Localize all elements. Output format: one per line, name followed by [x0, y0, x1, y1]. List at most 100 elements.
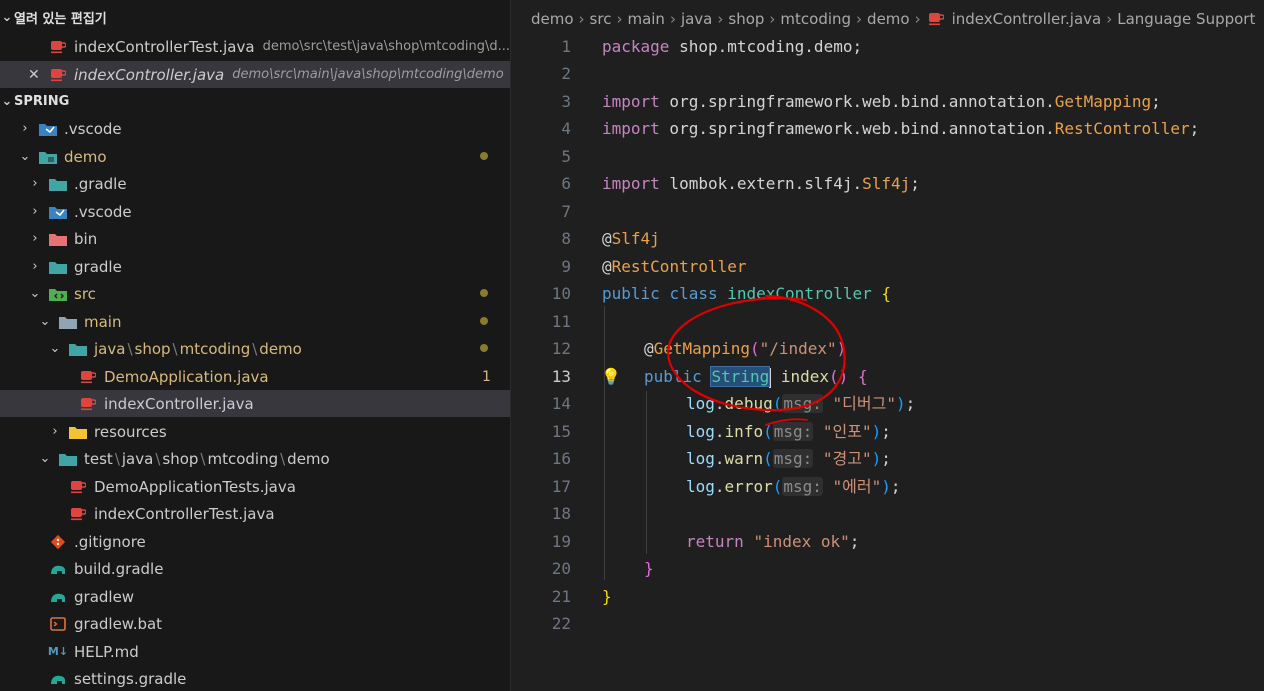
- chevron-down-icon: ⌄: [39, 451, 51, 466]
- annotation-circle: [667, 294, 846, 426]
- tree-label: DemoApplication.java: [104, 367, 269, 386]
- tree-item-help-md[interactable]: M↓ HELP.md: [0, 638, 510, 665]
- open-editor-item[interactable]: indexControllerTest.java demo\src\test\j…: [0, 33, 510, 60]
- tree-label: demo: [259, 339, 302, 358]
- tree-label: demo: [64, 147, 107, 166]
- open-editor-name: indexControllerTest.java: [74, 37, 255, 56]
- gradle-folder-icon: [48, 258, 68, 276]
- tree-item-gradlew-bat[interactable]: gradlew.bat: [0, 610, 510, 637]
- tree-item-vscode-root[interactable]: › .vscode: [0, 115, 510, 142]
- tree-item-package-test[interactable]: ⌄ test \ java \ shop \ mtcoding \ demo: [0, 445, 510, 472]
- open-editors-header[interactable]: ⌄ 열려 있는 편집기: [0, 4, 510, 31]
- open-editors-title: 열려 있는 편집기: [14, 12, 107, 27]
- java-file-icon: [68, 478, 88, 496]
- tree-label: mtcoding: [207, 449, 279, 468]
- tree-label: build.gradle: [74, 559, 164, 578]
- markdown-icon: M↓: [47, 645, 69, 658]
- workspace-header[interactable]: ⌄ SPRING: [0, 88, 510, 115]
- java-file-icon: [78, 395, 98, 413]
- tree-label: test: [84, 449, 113, 468]
- tree-item-package-main[interactable]: ⌄ java \ shop \ mtcoding \ demo: [0, 335, 510, 362]
- tree-item-demo-application-tests[interactable]: DemoApplicationTests.java: [0, 473, 510, 500]
- tree-item-resources[interactable]: › resources: [0, 418, 510, 445]
- resources-folder-icon: [68, 423, 88, 441]
- gradle-icon: [48, 588, 68, 606]
- open-editor-item-active[interactable]: ✕ indexController.java demo\src\main\jav…: [0, 61, 510, 88]
- chevron-right-icon: ›: [52, 424, 58, 439]
- tree-label: src: [74, 284, 96, 303]
- close-icon[interactable]: ✕: [28, 67, 48, 83]
- chevron-right-icon: ›: [32, 176, 38, 191]
- java-file-icon: [48, 38, 68, 56]
- folder-open-icon: [38, 148, 58, 166]
- vscode-folder-icon: [48, 203, 68, 221]
- tree-label: DemoApplicationTests.java: [94, 477, 296, 496]
- bin-folder-icon: [48, 230, 68, 248]
- path-separator: \: [114, 449, 120, 468]
- gradle-icon: [48, 670, 68, 688]
- tree-label: HELP.md: [74, 642, 139, 661]
- chevron-right-icon: ›: [32, 231, 38, 246]
- gradle-folder-icon: [48, 175, 68, 193]
- tree-label: .gitignore: [74, 532, 146, 551]
- modified-dot: [480, 289, 488, 297]
- problem-count-badge: 1: [482, 368, 491, 385]
- tree-label: java: [121, 449, 154, 468]
- chevron-down-icon: ⌄: [1, 94, 13, 109]
- chevron-down-icon: ⌄: [49, 341, 61, 356]
- tree-label: .vscode: [74, 202, 132, 221]
- tree-label: settings.gradle: [74, 669, 187, 688]
- path-separator: \: [200, 449, 206, 468]
- open-editor-path: demo\src\test\java\shop\mtcoding\d...: [262, 39, 510, 54]
- tree-item-build-gradle[interactable]: build.gradle: [0, 555, 510, 582]
- tree-label: gradle: [74, 257, 122, 276]
- chevron-right-icon: ›: [32, 204, 38, 219]
- path-separator: \: [172, 339, 178, 358]
- open-editor-name: indexController.java: [74, 65, 225, 84]
- chevron-down-icon: ⌄: [1, 10, 13, 25]
- terminal-icon: [48, 615, 68, 633]
- tree-label: indexController.java: [104, 394, 254, 413]
- tree-label: shop: [162, 449, 199, 468]
- java-file-icon: [78, 368, 98, 386]
- modified-dot: [480, 152, 488, 160]
- tree-item-index-controller-test[interactable]: indexControllerTest.java: [0, 500, 510, 527]
- chevron-down-icon: ⌄: [19, 149, 31, 164]
- tree-item-demo-application[interactable]: DemoApplication.java 1: [0, 363, 510, 390]
- tree-label: bin: [74, 229, 98, 248]
- tree-item-main[interactable]: ⌄ main: [0, 308, 510, 335]
- folder-open-icon: [58, 313, 78, 331]
- code-editor[interactable]: demo › src › main › java › shop › mtcoding › d…: [511, 0, 1264, 691]
- java-file-icon: [48, 66, 68, 84]
- tree-item-gradle-dot[interactable]: › .gradle: [0, 170, 510, 197]
- open-editor-path: demo\src\main\java\shop\mtcoding\demo: [232, 67, 504, 82]
- path-separator: \: [155, 449, 161, 468]
- tree-item-settings-gradle[interactable]: settings.gradle: [0, 665, 510, 691]
- path-separator: \: [127, 339, 133, 358]
- tree-label: mtcoding: [179, 339, 251, 358]
- tree-item-gitignore[interactable]: .gitignore: [0, 528, 510, 555]
- tree-label: resources: [94, 422, 167, 441]
- chevron-right-icon: ›: [32, 259, 38, 274]
- test-folder-icon: [58, 450, 78, 468]
- explorer-sidebar: ⌄ 열려 있는 편집기 indexControllerTest.java dem…: [0, 0, 511, 691]
- tree-label: demo: [287, 449, 330, 468]
- tree-item-bin[interactable]: › bin: [0, 225, 510, 252]
- workspace-title: SPRING: [14, 94, 70, 109]
- tree-item-demo[interactable]: ⌄ demo: [0, 143, 510, 170]
- tree-item-src[interactable]: ⌄ src: [0, 280, 510, 307]
- tree-item-vscode[interactable]: › .vscode: [0, 198, 510, 225]
- tree-item-gradle[interactable]: › gradle: [0, 253, 510, 280]
- tree-label: indexControllerTest.java: [94, 504, 275, 523]
- tree-item-gradlew[interactable]: gradlew: [0, 583, 510, 610]
- tree-label: gradlew.bat: [74, 614, 163, 633]
- path-separator: \: [280, 449, 286, 468]
- tree-item-index-controller[interactable]: indexController.java: [0, 390, 510, 417]
- tree-label: java: [94, 339, 126, 358]
- java-file-icon: [68, 505, 88, 523]
- tree-label: .gradle: [74, 174, 127, 193]
- chevron-right-icon: ›: [22, 121, 28, 136]
- modified-dot: [480, 344, 488, 352]
- package-folder-icon: [68, 340, 88, 358]
- git-icon: [48, 533, 68, 551]
